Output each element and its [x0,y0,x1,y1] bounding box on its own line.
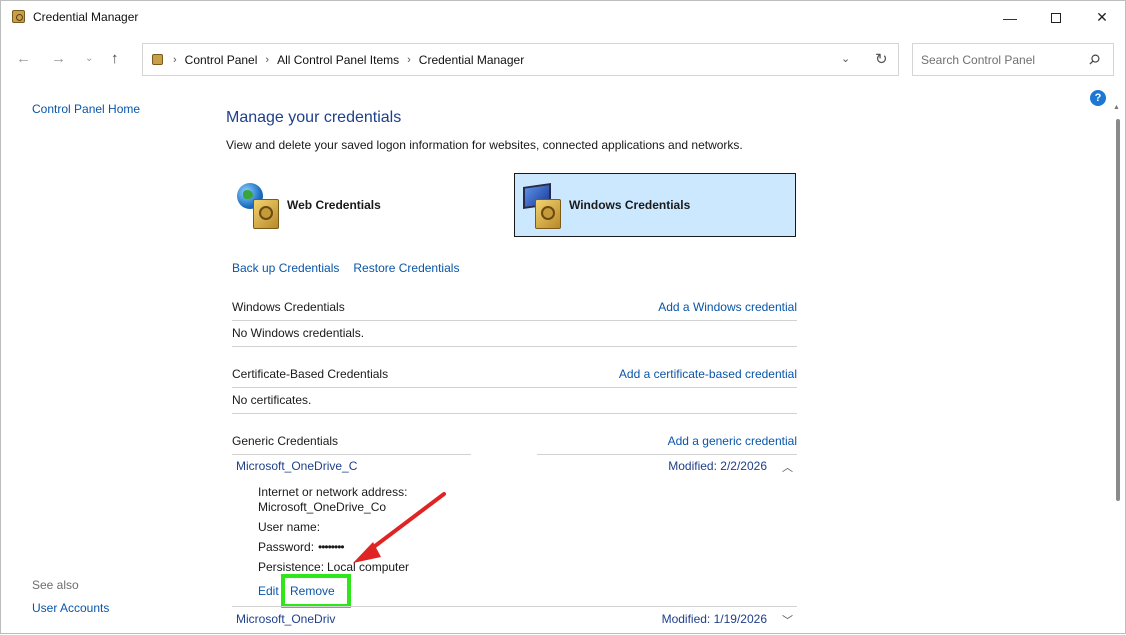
backup-restore-links: Back up Credentials Restore Credentials [232,261,459,275]
section-label: Windows Credentials [232,300,345,314]
recent-locations-button[interactable]: ⌄ [85,53,93,64]
empty-message: No certificates. [232,393,312,407]
section-label: Certificate-Based Credentials [232,367,389,381]
windows-credentials-button[interactable]: Windows Credentials [514,173,796,237]
breadcrumb: › Control Panel › All Control Panel Item… [173,53,524,67]
breadcrumb-separator[interactable]: › [407,54,411,66]
address-value: Microsoft_OneDrive_Co [258,500,387,514]
back-up-credentials-link[interactable]: Back up Credentials [232,261,339,275]
add-generic-credential-link[interactable]: Add a generic credential [668,434,797,448]
empty-message: No Windows credentials. [232,326,365,340]
divider [232,320,797,321]
divider [232,387,797,388]
refresh-button[interactable]: ↻ [875,50,888,68]
address-bar[interactable]: › Control Panel › All Control Panel Item… [142,43,899,76]
control-panel-home-link[interactable]: Control Panel Home [32,102,140,116]
help-icon[interactable]: ? [1090,90,1106,106]
divider [232,413,797,414]
credential-name[interactable]: Microsoft_OneDrive_C [236,459,357,473]
section-label: Generic Credentials [232,434,339,448]
divider [232,606,797,607]
web-credentials-label: Web Credentials [287,198,381,212]
close-button[interactable]: ✕ [1079,1,1125,34]
back-button[interactable]: ← [16,50,31,67]
collapse-chevron-icon[interactable]: ︿ [782,459,793,475]
credential-name[interactable]: Microsoft_OneDriv [236,612,335,626]
edit-credential-link[interactable]: Edit [258,584,279,598]
windows-credentials-icon [515,177,565,233]
restore-credentials-link[interactable]: Restore Credentials [353,261,459,275]
breadcrumb-separator[interactable]: › [265,54,269,66]
persistence-label: Persistence: [258,560,325,574]
up-button[interactable]: ↑ [111,50,119,67]
divider [232,346,797,347]
credential-modified: Modified: 2/2/2026 [668,459,767,473]
search-placeholder: Search Control Panel [921,53,1036,67]
credential-row-collapsed[interactable]: Microsoft_OneDriv Modified: 1/19/2026 ﹀ [236,612,797,632]
web-credentials-button[interactable]: Web Credentials [233,173,515,237]
certificate-credentials-section-header: Certificate-Based Credentials Add a cert… [232,367,797,389]
add-windows-credential-link[interactable]: Add a Windows credential [658,300,797,314]
add-certificate-credential-link[interactable]: Add a certificate-based credential [619,367,797,381]
maximize-icon [1051,12,1061,23]
persistence-value: Local computer [327,560,410,574]
web-credentials-icon [233,177,283,233]
scrollbar-thumb[interactable] [1116,119,1120,501]
credential-manager-app-icon [12,10,25,23]
page-title: Manage your credentials [226,109,402,126]
breadcrumb-control-panel[interactable]: Control Panel [185,53,258,67]
forward-button[interactable]: → [51,50,66,67]
control-panel-icon [152,54,163,65]
minimize-button[interactable]: — [987,1,1033,34]
navigation-bar: ← → ⌄ ↑ › Control Panel › All Control Pa… [1,41,1125,79]
page-description: View and delete your saved logon informa… [226,138,743,152]
window-title: Credential Manager [33,10,139,24]
address-label: Internet or network address: [258,485,408,499]
maximize-button[interactable] [1033,1,1079,34]
breadcrumb-all-items[interactable]: All Control Panel Items [277,53,399,67]
scroll-up-arrow[interactable]: ▲ [1113,104,1120,111]
password-label: Password: [258,540,315,554]
credential-manager-window: Credential Manager — ✕ ← → ⌄ ↑ › Control… [0,0,1126,634]
highlight-box [281,574,351,608]
username-label: User name: [258,520,321,534]
title-bar: Credential Manager — ✕ [1,1,1125,34]
breadcrumb-credential-manager[interactable]: Credential Manager [419,53,524,67]
windows-credentials-section-header: Windows Credentials Add a Windows creden… [232,300,797,322]
credential-modified: Modified: 1/19/2026 [661,612,767,626]
search-input[interactable]: Search Control Panel [912,43,1114,76]
password-value: •••••••• [318,540,345,554]
breadcrumb-separator: › [173,54,177,66]
windows-credentials-label: Windows Credentials [569,198,691,212]
search-icon [1089,54,1100,65]
expand-chevron-icon[interactable]: ﹀ [782,612,793,628]
user-accounts-link[interactable]: User Accounts [32,601,109,615]
see-also-label: See also [32,578,79,592]
address-dropdown-button[interactable]: ⌄ [841,52,850,65]
credential-row-expanded[interactable]: Microsoft_OneDrive_C Modified: 2/2/2026 … [236,459,797,479]
